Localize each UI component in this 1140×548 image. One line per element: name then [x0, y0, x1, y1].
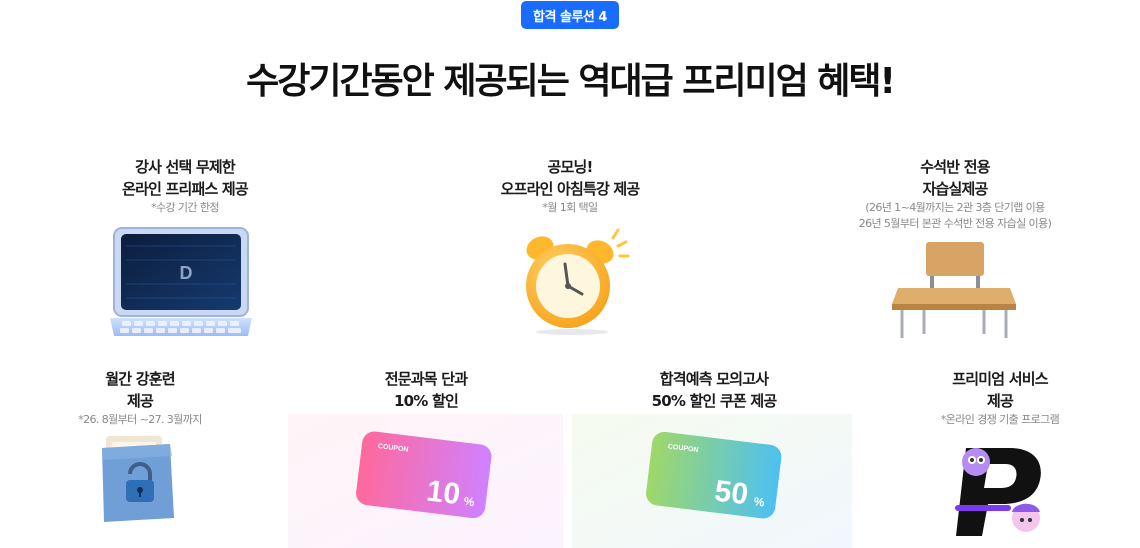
benefit-monthly-training: 월간 강훈련 제공 *26. 8월부터 ~27. 3월까지 [40, 368, 240, 428]
benefit-subtitle: 제공 [126, 392, 154, 410]
alarm-clock-icon [518, 228, 630, 336]
benefit-subject-discount: 전문과목 단과 10% 할인 [326, 368, 526, 412]
benefit-title: 전문과목 단과 [384, 370, 468, 388]
benefit-subtitle: 10% 할인 [394, 392, 459, 410]
benefit-subtitle: 오프라인 아침특강 제공 [500, 180, 641, 198]
benefit-note: *수강 기간 한정 [151, 201, 219, 214]
svg-text:%: % [463, 494, 476, 509]
benefit-study-room: 수석반 전용 자습실제공 (26년 1~4월까지는 2관 3층 단기랩 이용 2… [835, 156, 1075, 232]
benefit-subtitle: 자습실제공 [922, 180, 988, 198]
benefit-mock-exam: 합격예측 모의고사 50% 할인 쿠폰 제공 [614, 368, 814, 412]
benefit-title: 강사 선택 무제한 [135, 158, 236, 176]
svg-text:D: D [180, 263, 193, 283]
benefit-note: *월 1회 택일 [542, 201, 598, 214]
benefit-title: 공모닝! [547, 158, 593, 176]
svg-text:10: 10 [425, 474, 462, 511]
desk-icon [890, 240, 1018, 338]
benefit-note: 26년 5월부터 본관 수석반 전용 자습실 이용) [858, 217, 1052, 230]
benefit-premium-service: 프리미엄 서비스 제공 *온라인 경쟁 기출 프로그램 [900, 368, 1100, 428]
benefit-subtitle: 온라인 프리패스 제공 [122, 180, 249, 198]
benefit-title: 수석반 전용 [920, 158, 990, 176]
coupon-icon: COUPON 50 % [572, 414, 852, 548]
laptop-icon: D [108, 226, 254, 336]
p-logo-icon [948, 440, 1052, 540]
benefit-morning-lecture: 공모닝! 오프라인 아침특강 제공 *월 1회 택일 [470, 156, 670, 216]
benefit-subtitle: 50% 할인 쿠폰 제공 [651, 392, 778, 410]
svg-text:%: % [753, 494, 766, 509]
benefit-note: *26. 8월부터 ~27. 3월까지 [78, 413, 202, 426]
benefit-title: 월간 강훈련 [105, 370, 175, 388]
benefit-note: *온라인 경쟁 기출 프로그램 [940, 413, 1060, 426]
svg-text:50: 50 [713, 475, 750, 512]
benefit-note: (26년 1~4월까지는 2관 3층 단기랩 이용 [865, 201, 1045, 214]
locked-folder-icon [98, 432, 178, 524]
benefit-subtitle: 제공 [986, 392, 1014, 410]
benefit-title: 합격예측 모의고사 [659, 370, 769, 388]
benefit-free-pass: 강사 선택 무제한 온라인 프리패스 제공 *수강 기간 한정 [85, 156, 285, 216]
solution-badge: 합격 솔루션 4 [521, 1, 619, 29]
coupon-icon: COUPON 10 % [288, 414, 563, 548]
page-title: 수강기간동안 제공되는 역대급 프리미엄 혜택! [246, 61, 896, 102]
benefit-title: 프리미엄 서비스 [952, 370, 1048, 388]
